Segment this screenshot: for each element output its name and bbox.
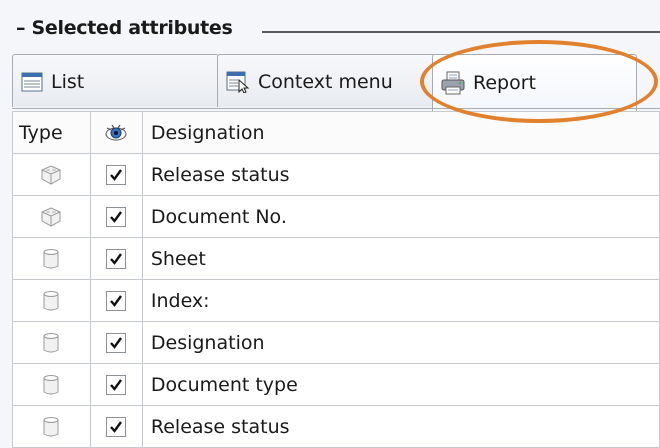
check-icon bbox=[109, 336, 123, 350]
table-row[interactable]: Release status bbox=[12, 405, 660, 448]
list-icon bbox=[21, 72, 43, 92]
attributes-table: Type Designation Release status Document… bbox=[12, 111, 660, 448]
table-row[interactable]: Designation bbox=[12, 321, 660, 364]
database-attribute-icon bbox=[41, 416, 61, 438]
tab-strip: List Context menu Report bbox=[12, 54, 660, 111]
check-icon bbox=[109, 252, 123, 266]
tab-report[interactable]: Report bbox=[432, 54, 637, 111]
column-header-visible[interactable] bbox=[89, 111, 143, 154]
visible-checkbox[interactable] bbox=[106, 206, 127, 227]
context-menu-icon bbox=[226, 71, 250, 93]
object-attribute-icon bbox=[39, 206, 63, 228]
selected-attributes-group: – Selected attributes bbox=[0, 0, 660, 62]
database-attribute-icon bbox=[41, 332, 61, 354]
type-cell bbox=[12, 195, 91, 238]
visible-cell bbox=[89, 405, 143, 448]
type-cell bbox=[12, 405, 91, 448]
designation-cell: Index: bbox=[141, 279, 660, 322]
column-header-designation[interactable]: Designation bbox=[141, 111, 660, 154]
type-cell bbox=[12, 237, 91, 280]
database-attribute-icon bbox=[41, 248, 61, 270]
check-icon bbox=[109, 168, 123, 182]
visible-checkbox[interactable] bbox=[106, 248, 127, 269]
column-header-type[interactable]: Type bbox=[12, 111, 91, 154]
tab-context-menu[interactable]: Context menu bbox=[217, 54, 437, 107]
eye-icon bbox=[103, 123, 129, 143]
table-row[interactable]: Index: bbox=[12, 279, 660, 322]
type-cell bbox=[12, 363, 91, 406]
visible-checkbox[interactable] bbox=[106, 164, 127, 185]
visible-cell bbox=[89, 363, 143, 406]
check-icon bbox=[109, 210, 123, 224]
designation-cell: Release status bbox=[141, 153, 660, 196]
visible-cell bbox=[89, 237, 143, 280]
visible-cell bbox=[89, 279, 143, 322]
designation-cell: Designation bbox=[141, 321, 660, 364]
tab-report-label: Report bbox=[473, 72, 536, 94]
designation-cell: Document type bbox=[141, 363, 660, 406]
type-cell bbox=[12, 321, 91, 364]
check-icon bbox=[109, 294, 123, 308]
object-attribute-icon bbox=[39, 164, 63, 186]
type-cell bbox=[12, 153, 91, 196]
visible-checkbox[interactable] bbox=[106, 332, 127, 353]
group-divider bbox=[262, 31, 660, 33]
designation-cell: Release status bbox=[141, 405, 660, 448]
table-row[interactable]: Sheet bbox=[12, 237, 660, 280]
visible-cell bbox=[89, 321, 143, 364]
visible-checkbox[interactable] bbox=[106, 416, 127, 437]
tab-list[interactable]: List bbox=[12, 54, 219, 107]
visible-cell bbox=[89, 153, 143, 196]
database-attribute-icon bbox=[41, 290, 61, 312]
type-cell bbox=[12, 279, 91, 322]
tab-list-label: List bbox=[51, 71, 85, 93]
tab-context-menu-label: Context menu bbox=[258, 71, 393, 93]
table-row[interactable]: Release status bbox=[12, 153, 660, 196]
designation-cell: Document No. bbox=[141, 195, 660, 238]
group-title: – Selected attributes bbox=[16, 17, 241, 39]
visible-checkbox[interactable] bbox=[106, 290, 127, 311]
visible-checkbox[interactable] bbox=[106, 374, 127, 395]
check-icon bbox=[109, 378, 123, 392]
table-header-row: Type Designation bbox=[12, 111, 660, 154]
database-attribute-icon bbox=[41, 374, 61, 396]
tab-baseline bbox=[12, 108, 660, 109]
table-row[interactable]: Document No. bbox=[12, 195, 660, 238]
report-icon bbox=[441, 71, 465, 95]
visible-cell bbox=[89, 195, 143, 238]
table-row[interactable]: Document type bbox=[12, 363, 660, 406]
check-icon bbox=[109, 420, 123, 434]
designation-cell: Sheet bbox=[141, 237, 660, 280]
